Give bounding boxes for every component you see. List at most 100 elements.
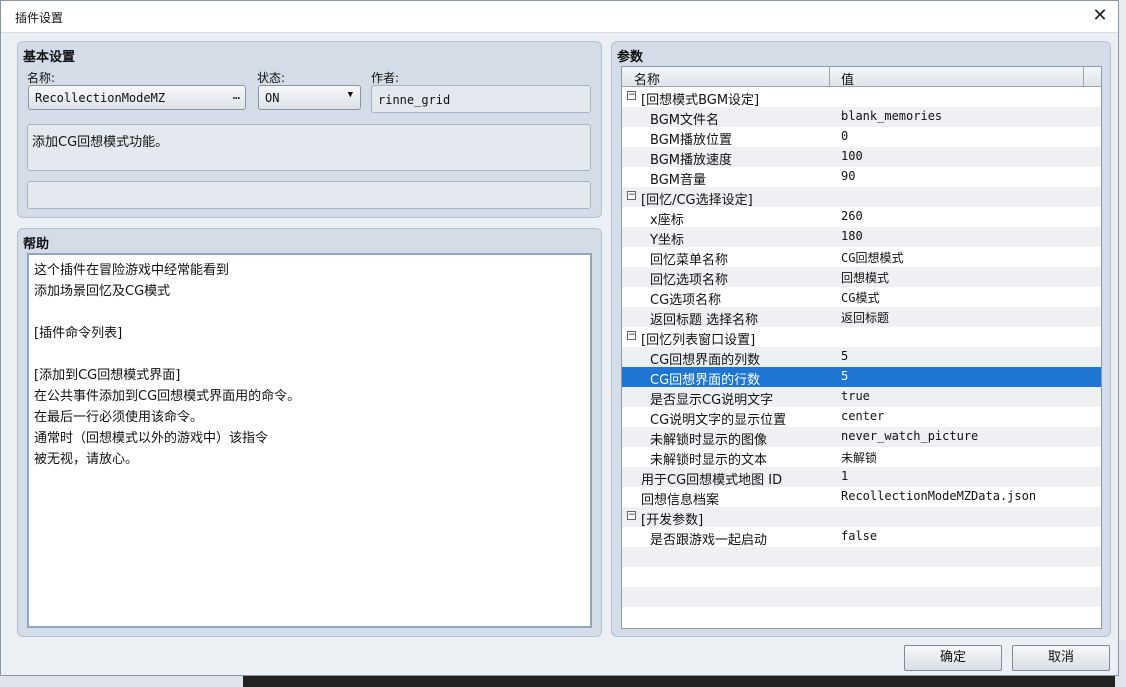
parameter-name: [回忆/CG选择设定] [641, 193, 753, 208]
browse-icon[interactable]: … [233, 88, 240, 102]
parameter-row[interactable]: CG回想界面的行数 5 [622, 367, 1101, 388]
parameter-name: 用于CG回想模式地图 ID [641, 473, 783, 488]
parameter-row[interactable]: BGM文件名 blank_memories [622, 107, 1101, 128]
author-value: rinne_grid [378, 93, 451, 107]
parameter-name: x座标 [650, 213, 684, 228]
parameter-row[interactable] [622, 607, 1101, 627]
parameter-row[interactable]: 回忆选项名称 回想模式 [622, 267, 1101, 288]
parameter-row[interactable]: 未解锁时显示的文本 未解锁 [622, 447, 1101, 468]
parameter-value: 90 [841, 169, 856, 183]
status-value: ON [265, 91, 280, 105]
cancel-button[interactable]: 取消 [1012, 645, 1110, 671]
parameter-value: RecollectionModeMZData.json [841, 489, 1037, 503]
parameter-row[interactable]: 返回标题 选择名称 返回标题 [622, 307, 1101, 328]
parameter-name: CG回想界面的列数 [650, 353, 761, 368]
parameter-row[interactable]: 是否显示CG说明文字 true [622, 387, 1101, 408]
parameter-group-row[interactable]: − [回想模式BGM设定] [622, 87, 1101, 108]
parameter-value: 返回标题 [841, 311, 890, 325]
description-field[interactable]: 添加CG回想模式功能。 [27, 124, 591, 171]
parameter-name: 回忆选项名称 [650, 273, 729, 288]
parameter-group-row[interactable]: − [回忆列表窗口设置] [622, 327, 1101, 348]
plugin-name-value: RecollectionModeMZ [35, 91, 166, 105]
help-line: 这个插件在冒险游戏中经常能看到 [34, 263, 230, 278]
author-field[interactable]: rinne_grid [371, 85, 591, 113]
parameter-name: 回想信息档案 [641, 493, 720, 508]
help-line: [插件命令列表] [34, 326, 123, 341]
parameter-value: 未解锁 [841, 451, 878, 465]
plugin-name-field[interactable]: RecollectionModeMZ … [28, 85, 246, 110]
parameters-header: 参数 [617, 50, 644, 65]
collapse-icon[interactable]: − [627, 331, 636, 340]
column-divider [829, 67, 830, 86]
parameter-row[interactable]: 回想信息档案 RecollectionModeMZData.json [622, 487, 1101, 508]
ok-button[interactable]: 确定 [904, 645, 1002, 671]
parameter-row[interactable]: 是否跟游戏一起启动 false [622, 527, 1101, 548]
parameter-name: 是否跟游戏一起启动 [650, 533, 768, 548]
parameter-name: BGM播放速度 [650, 153, 732, 168]
parameter-row[interactable]: BGM音量 90 [622, 167, 1101, 188]
help-line: 在最后一行必须使用该命令。 [34, 410, 204, 425]
background-canvas [243, 676, 1115, 687]
parameter-value: 5 [841, 369, 849, 383]
parameter-value: true [841, 389, 870, 403]
description-text: 添加CG回想模式功能。 [32, 135, 169, 150]
column-divider [1083, 67, 1084, 86]
parameter-row[interactable]: BGM播放速度 100 [622, 147, 1101, 168]
parameter-row[interactable] [622, 567, 1101, 587]
parameter-row[interactable]: Y坐标 180 [622, 227, 1101, 248]
parameter-name: [回忆列表窗口设置] [641, 333, 756, 348]
parameters-grid[interactable]: 名称 值 − [回想模式BGM设定] BGM文件名 blank_memories BGM… [621, 66, 1102, 629]
help-panel: 帮助 这个插件在冒险游戏中经常能看到 添加场景回忆及CG模式 [插件命令列表] [添加… [17, 228, 602, 637]
parameter-name: BGM音量 [650, 173, 706, 188]
parameter-value: blank_memories [841, 109, 943, 123]
parameter-name: CG选项名称 [650, 293, 722, 308]
close-icon[interactable]: ✕ [1088, 4, 1112, 28]
status-select[interactable]: ON ▼ [258, 85, 361, 110]
status-label: 状态: [257, 71, 286, 85]
parameter-name: [回想模式BGM设定] [641, 93, 760, 108]
collapse-icon[interactable]: − [627, 511, 636, 520]
parameter-name: 未解锁时显示的图像 [650, 433, 768, 448]
parameter-name: BGM文件名 [650, 113, 719, 128]
parameter-value: 0 [841, 129, 849, 143]
parameter-row[interactable]: CG说明文字的显示位置 center [622, 407, 1101, 428]
parameter-value: never_watch_picture [841, 429, 979, 443]
parameter-name: BGM播放位置 [650, 133, 732, 148]
parameter-value: 260 [841, 209, 863, 223]
column-value-header[interactable]: 值 [841, 69, 854, 88]
extra-field[interactable] [27, 181, 591, 209]
basic-settings-header: 基本设置 [23, 50, 76, 65]
help-line: 通常时（回想模式以外的游戏中）该指令 [34, 431, 269, 446]
grid-header: 名称 值 [622, 67, 1101, 88]
parameter-group-row[interactable]: − [回忆/CG选择设定] [622, 187, 1101, 208]
collapse-icon[interactable]: − [627, 91, 636, 100]
parameter-row[interactable]: 未解锁时显示的图像 never_watch_picture [622, 427, 1101, 448]
parameter-row[interactable]: x座标 260 [622, 207, 1101, 228]
parameter-row[interactable]: 用于CG回想模式地图 ID 1 [622, 467, 1101, 488]
parameter-value: CG模式 [841, 291, 880, 305]
parameter-name: CG回想界面的行数 [650, 373, 761, 388]
parameter-name: 未解锁时显示的文本 [650, 453, 768, 468]
parameter-name: Y坐标 [650, 233, 684, 248]
parameter-value: 1 [841, 469, 849, 483]
window-title: 插件设置 [15, 11, 64, 25]
chevron-down-icon: ▼ [347, 90, 353, 100]
parameter-value: 回想模式 [841, 271, 890, 285]
title-bar: 插件设置 ✕ [1, 1, 1118, 33]
collapse-icon[interactable]: − [627, 191, 636, 200]
parameter-value: 180 [841, 229, 863, 243]
parameters-panel: 参数 名称 值 − [回想模式BGM设定] BGM文件名 blank_memories… [611, 41, 1111, 637]
column-name-header[interactable]: 名称 [634, 69, 660, 88]
parameter-group-row[interactable]: − [开发参数] [622, 507, 1101, 528]
parameter-row[interactable] [622, 547, 1101, 567]
parameter-name: 回忆菜单名称 [650, 253, 729, 268]
help-text-area[interactable]: 这个插件在冒险游戏中经常能看到 添加场景回忆及CG模式 [插件命令列表] [添加到CG… [27, 253, 592, 628]
parameter-row[interactable] [622, 587, 1101, 607]
parameter-row[interactable]: 回忆菜单名称 CG回想模式 [622, 247, 1101, 268]
parameter-row[interactable]: CG回想界面的列数 5 [622, 347, 1101, 368]
parameter-name: [开发参数] [641, 513, 704, 528]
help-header: 帮助 [23, 237, 50, 252]
parameter-row[interactable]: BGM播放位置 0 [622, 127, 1101, 148]
parameter-value: 5 [841, 349, 849, 363]
parameter-row[interactable]: CG选项名称 CG模式 [622, 287, 1101, 308]
